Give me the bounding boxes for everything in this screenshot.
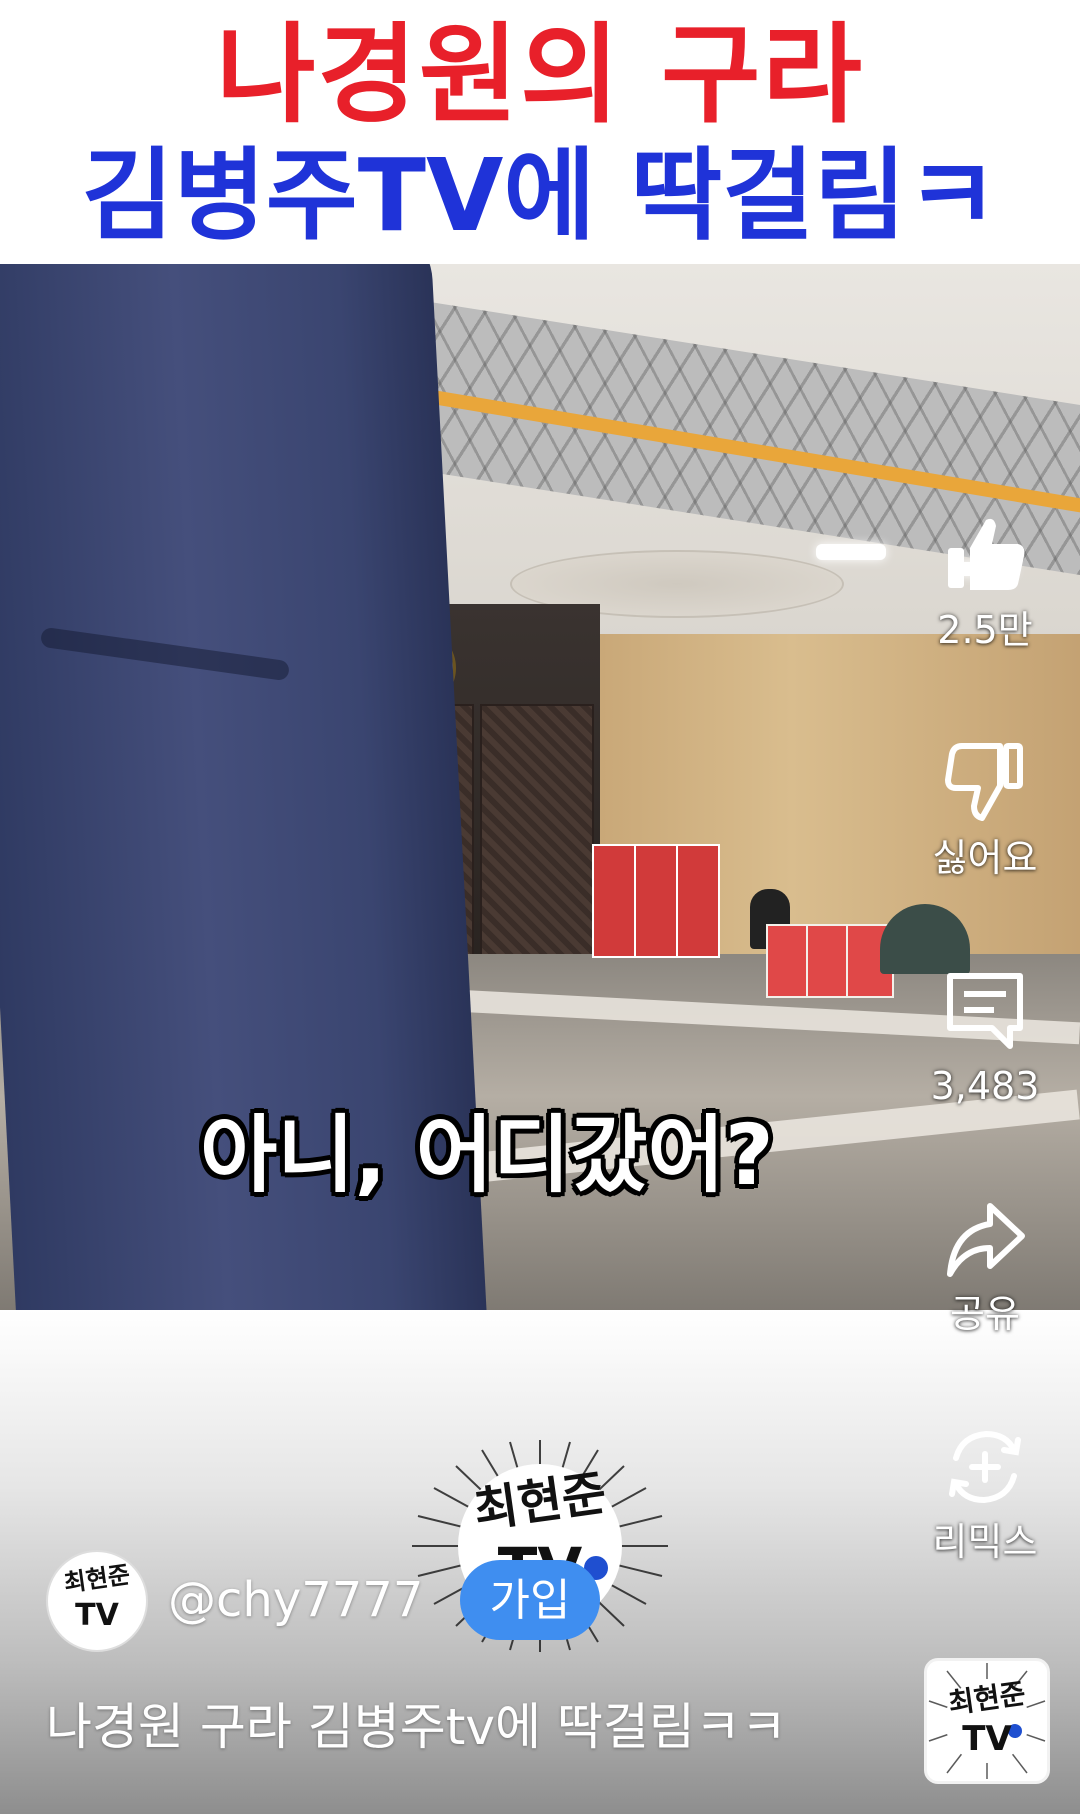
scene-protest-banner [634,844,678,958]
share-button[interactable]: 공유 [910,1196,1060,1338]
short-title[interactable]: 나경원 구라 김병주tv에 딱걸림ㅋㅋ [46,1692,866,1762]
scene-light [816,544,886,560]
share-icon [947,1203,1025,1277]
channel-avatar[interactable]: 최현준 TV [46,1550,148,1652]
thumb-logo-tv: TV [962,1719,1012,1759]
like-count: 2.5만 [937,608,1033,652]
video-caption: 아니, 어디갔어? [200,1106,774,1204]
share-label: 공유 [950,1292,1020,1336]
scene-protest-banner [592,844,636,958]
channel-handle[interactable]: @chy7777 [168,1568,423,1632]
dislike-label: 싫어요 [932,836,1038,880]
scene-door [480,704,594,958]
comment-count: 3,483 [930,1064,1040,1108]
sound-thumbnail[interactable]: 최현준 TV [924,1658,1050,1784]
avatar-logo-text: 최현준 [62,1560,132,1598]
avatar-logo-tv: TV [75,1598,119,1633]
title-banner: 나경원의 구라 김병주TV에 딱걸림ㅋ [0,0,1080,264]
dislike-button[interactable]: 싫어요 [910,740,1060,882]
banner-title-line2: 김병주TV에 딱걸림ㅋ [81,137,999,254]
remix-button[interactable]: 리믹스 [910,1424,1060,1566]
like-button[interactable]: 2.5만 [910,512,1060,654]
comment-icon [947,973,1023,1049]
remix-icon [949,1430,1021,1504]
remix-label: 리믹스 [932,1520,1038,1564]
join-button[interactable]: 가입 [460,1560,600,1640]
comments-button[interactable]: 3,483 [910,968,1060,1110]
thumbs-down-icon [945,743,1023,821]
thumbs-up-icon [948,518,1025,590]
scene-protest-banner [676,844,720,958]
banner-title-line1: 나경원의 구라 [216,13,864,138]
